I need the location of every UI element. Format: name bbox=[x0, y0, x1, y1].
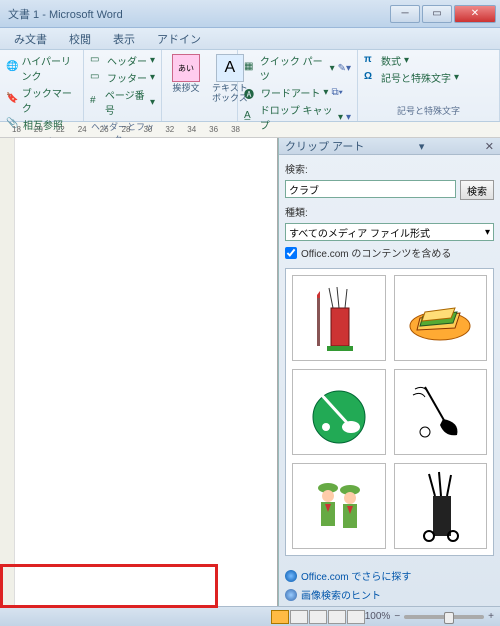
view-buttons[interactable] bbox=[271, 610, 365, 624]
window-controls: ─ ▭ ✕ bbox=[390, 5, 496, 23]
clip-item[interactable] bbox=[292, 463, 386, 549]
pagenum-icon: # bbox=[90, 95, 102, 109]
greeting-icon: あい bbox=[172, 54, 200, 82]
include-office-checkbox[interactable]: Office.com のコンテンツを含める bbox=[285, 245, 494, 260]
footer-icon: ▭ bbox=[90, 71, 104, 85]
symbol-button[interactable]: Ω記号と特殊文字 ▾ bbox=[362, 69, 495, 86]
hint-link[interactable]: 画像検索のヒント bbox=[285, 585, 494, 604]
group-label: 記号と特殊文字 bbox=[362, 102, 495, 119]
formula-button[interactable]: π数式 ▾ bbox=[362, 52, 495, 69]
clip-item[interactable] bbox=[292, 369, 386, 455]
wordart-button[interactable]: 🅐ワードアート ▾ ⧉▾ bbox=[242, 84, 353, 101]
footer-button[interactable]: ▭フッター ▾ bbox=[88, 69, 157, 86]
golfbag-bw-icon bbox=[405, 468, 475, 544]
hyperlink-button[interactable]: 🌐ハイパーリンク bbox=[4, 52, 79, 84]
clip-item[interactable] bbox=[394, 275, 488, 361]
view-draft-icon[interactable] bbox=[347, 610, 365, 624]
wordart-icon: 🅐 bbox=[244, 86, 258, 100]
clipart-results bbox=[285, 268, 494, 556]
pane-dropdown-icon[interactable]: ▾ bbox=[419, 140, 425, 153]
dropcap-icon: A̲ bbox=[244, 110, 257, 124]
ribbon-tabs: み文書 校閲 表示 アドイン bbox=[0, 28, 500, 50]
pane-links: Office.com でさらに探す 画像検索のヒント bbox=[279, 562, 500, 608]
pane-close-icon[interactable]: ✕ bbox=[485, 140, 494, 153]
chevron-down-icon: ▾ bbox=[485, 227, 490, 238]
pane-header: クリップ アート ▾ ✕ bbox=[279, 138, 500, 155]
close-button[interactable]: ✕ bbox=[454, 5, 496, 23]
tab-review[interactable]: 校閲 bbox=[59, 28, 101, 49]
group-text2: ▦クイック パーツ ▾ ✎▾ 🅐ワードアート ▾ ⧉▾ A̲ドロップ キャップ … bbox=[238, 50, 358, 121]
globe-icon bbox=[285, 570, 297, 582]
zoom-slider[interactable] bbox=[404, 615, 484, 619]
type-label: 種類: bbox=[285, 204, 494, 219]
pane-title: クリップ アート bbox=[285, 138, 364, 154]
greeting-button[interactable]: あい挨拶文 bbox=[166, 52, 206, 119]
clipart-pane: クリップ アート ▾ ✕ 検索: 検索 種類: すべてのメディア ファイル形式▾… bbox=[278, 138, 500, 606]
globe-icon: 🌐 bbox=[6, 61, 18, 75]
view-web-icon[interactable] bbox=[309, 610, 327, 624]
group-links: 🌐ハイパーリンク 🔖ブックマーク 📎相互参照 リンク bbox=[0, 50, 84, 121]
minimize-button[interactable]: ─ bbox=[390, 5, 420, 23]
help-icon bbox=[285, 589, 297, 601]
golfclub-bw-icon bbox=[405, 377, 475, 447]
status-bar: 100% − + bbox=[0, 606, 500, 626]
clip-item[interactable] bbox=[394, 463, 488, 549]
header-button[interactable]: ▭ヘッダー ▾ bbox=[88, 52, 157, 69]
bookmark-button[interactable]: 🔖ブックマーク bbox=[4, 84, 79, 116]
tab-view[interactable]: 表示 bbox=[103, 28, 145, 49]
search-button[interactable]: 検索 bbox=[460, 180, 494, 200]
search-label: 検索: bbox=[285, 161, 494, 176]
sandwich-icon bbox=[405, 288, 475, 348]
header-icon: ▭ bbox=[90, 54, 104, 68]
clip-item[interactable] bbox=[394, 369, 488, 455]
maximize-button[interactable]: ▭ bbox=[422, 5, 452, 23]
type-select[interactable]: すべてのメディア ファイル形式▾ bbox=[285, 223, 494, 241]
window-title: 文書 1 - Microsoft Word bbox=[4, 6, 390, 22]
search-input[interactable] bbox=[285, 180, 456, 198]
golfbag-icon bbox=[309, 283, 369, 353]
scouts-icon bbox=[304, 468, 374, 544]
group-headerfooter: ▭ヘッダー ▾ ▭フッター ▾ #ページ番号 ▾ ヘッダーとフッター bbox=[84, 50, 162, 121]
zoom-out-button[interactable]: − bbox=[394, 611, 400, 622]
clip-item[interactable] bbox=[292, 275, 386, 361]
zoom-controls: 100% − + bbox=[365, 611, 494, 622]
tab-addin[interactable]: アドイン bbox=[147, 28, 211, 49]
pi-icon: π bbox=[364, 54, 378, 68]
omega-icon: Ω bbox=[364, 71, 378, 85]
quickparts-button[interactable]: ▦クイック パーツ ▾ ✎▾ bbox=[242, 52, 353, 84]
view-read-icon[interactable] bbox=[290, 610, 308, 624]
zoom-level[interactable]: 100% bbox=[365, 611, 391, 622]
title-bar: 文書 1 - Microsoft Word ─ ▭ ✕ bbox=[0, 0, 500, 28]
parts-icon: ▦ bbox=[244, 61, 257, 75]
zoom-in-button[interactable]: + bbox=[488, 611, 494, 622]
pagenum-button[interactable]: #ページ番号 ▾ bbox=[88, 86, 157, 118]
tab-doc[interactable]: み文書 bbox=[4, 28, 57, 49]
group-symbols: π数式 ▾ Ω記号と特殊文字 ▾ 記号と特殊文字 bbox=[358, 50, 500, 121]
view-print-icon[interactable] bbox=[271, 610, 289, 624]
ribbon: 🌐ハイパーリンク 🔖ブックマーク 📎相互参照 リンク ▭ヘッダー ▾ ▭フッター… bbox=[0, 50, 500, 122]
officecom-link[interactable]: Office.com でさらに探す bbox=[285, 566, 494, 585]
main-area: クリップ アート ▾ ✕ 検索: 検索 種類: すべてのメディア ファイル形式▾… bbox=[0, 138, 500, 606]
group-text1: あい挨拶文 Aテキスト ボックス bbox=[162, 50, 238, 121]
document-canvas[interactable] bbox=[0, 138, 278, 606]
pane-body: 検索: 検索 種類: すべてのメディア ファイル形式▾ Office.com の… bbox=[279, 155, 500, 562]
dropcap-button[interactable]: A̲ドロップ キャップ ▾ ▾ bbox=[242, 101, 353, 133]
bookmark-icon: 🔖 bbox=[6, 93, 19, 107]
view-outline-icon[interactable] bbox=[328, 610, 346, 624]
checkbox-input[interactable] bbox=[285, 247, 297, 259]
golfclub-green-icon bbox=[304, 377, 374, 447]
